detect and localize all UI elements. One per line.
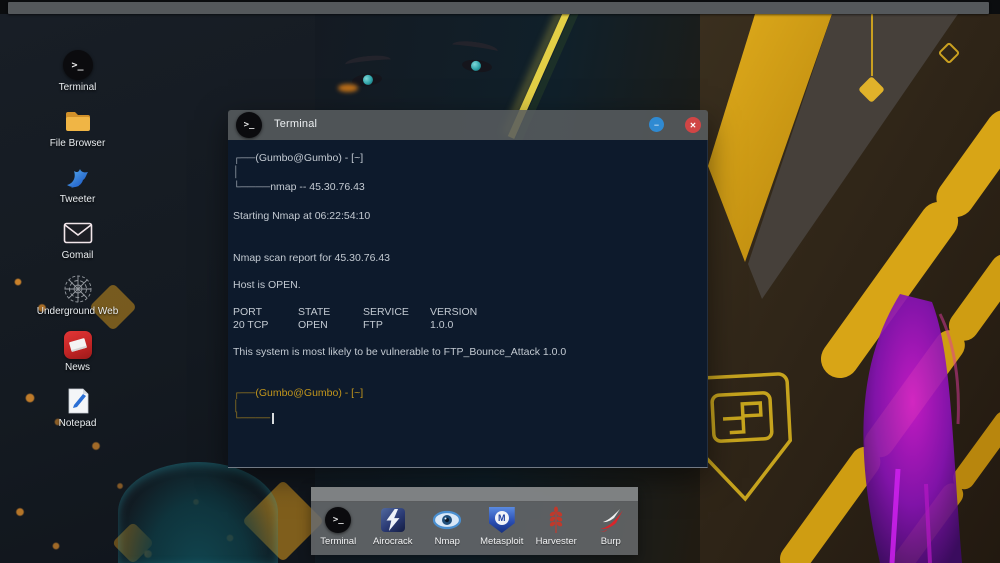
shield-icon: M (488, 507, 515, 533)
metasploit-letter: M (494, 511, 509, 525)
lightning-shield-icon (380, 508, 405, 532)
dock-item-harvester[interactable]: Harvester (530, 506, 582, 547)
close-button[interactable]: ✕ (685, 117, 701, 133)
notepad-icon (68, 388, 88, 414)
dock-handle (311, 487, 638, 502)
terminal-line: Starting Nmap at 06:22:54:10 (233, 210, 371, 222)
wheat-icon (550, 506, 563, 533)
dock-item-label: Harvester (535, 536, 577, 547)
desktop-icon-underground-web[interactable]: Underground Web (18, 274, 138, 317)
dock-item-label: Airocrack (372, 536, 413, 547)
dock-item-label: Burp (600, 536, 621, 547)
terminal-line: Nmap scan report for 45.30.76.43 (233, 252, 391, 264)
terminal-prompt: ┌──(Gumbo@Gumbo) - [~] (233, 387, 364, 399)
dock-items: >_ Terminal Airocrack Nmap M Metasploit … (311, 502, 638, 555)
terminal-line: This system is most likely to be vulnera… (233, 346, 567, 358)
folder-icon (65, 112, 90, 131)
desktop-icon-news[interactable]: News (18, 330, 138, 373)
bird-icon (66, 169, 88, 188)
desktop-icon-label: Tweeter (59, 194, 96, 205)
terminal-prompt: └──── (233, 412, 275, 425)
terminal-output[interactable]: ┌──(Gumbo@Gumbo) - [~] │ └────nmap -- 45… (228, 140, 708, 468)
minimize-button[interactable]: − (649, 117, 664, 132)
eye-icon (433, 510, 462, 530)
desktop-icon-notepad[interactable]: Notepad (18, 386, 138, 429)
terminal-line: ┌──(Gumbo@Gumbo) - [~] (233, 152, 364, 164)
dock-item-terminal[interactable]: >_ Terminal (312, 506, 364, 547)
terminal-icon: >_ (325, 507, 352, 533)
dock-item-airocrack[interactable]: Airocrack (367, 506, 419, 547)
terminal-line: └────nmap -- 45.30.76.43 (233, 181, 365, 193)
dock-item-burp[interactable]: Burp (585, 506, 637, 547)
terminal-window: >_ Terminal − ✕ ┌──(Gumbo@Gumbo) - [~] │… (228, 110, 708, 468)
desktop-icon-label: File Browser (49, 138, 106, 149)
desktop-icon-file-browser[interactable]: File Browser (18, 106, 138, 149)
desktop-icon-label: News (64, 362, 90, 373)
desktop-icon-label: Gomail (61, 250, 94, 261)
envelope-icon (63, 222, 92, 244)
wallpaper-figure-glow (118, 462, 278, 563)
desktop-icon-column: >_ Terminal File Browser Tweeter Gomail … (30, 50, 125, 429)
news-icon (63, 331, 92, 359)
spider-web-icon (64, 275, 91, 303)
swoosh-icon (598, 509, 623, 532)
dock-item-label: Metasploit (480, 536, 524, 547)
desktop-icon-label: Notepad (58, 418, 97, 429)
desktop-icon-tweeter[interactable]: Tweeter (18, 162, 138, 205)
top-bar (8, 2, 989, 14)
dock-item-nmap[interactable]: Nmap (421, 506, 473, 547)
dock-item-label: Nmap (434, 536, 460, 547)
wallpaper-lash-accent (338, 84, 358, 92)
desktop-screen: >_ Terminal File Browser Tweeter Gomail … (0, 0, 1000, 563)
terminal-line: Host is OPEN. (233, 279, 301, 291)
terminal-icon: >_ (62, 50, 93, 80)
terminal-icon: >_ (236, 112, 262, 138)
window-title-bar[interactable]: >_ Terminal − ✕ (228, 110, 708, 140)
desktop-icon-terminal[interactable]: >_ Terminal (18, 50, 138, 93)
dock: >_ Terminal Airocrack Nmap M Metasploit … (311, 487, 638, 555)
desktop-icon-gomail[interactable]: Gomail (18, 218, 138, 261)
terminal-line: │ (233, 166, 240, 178)
dock-item-label: Terminal (320, 536, 357, 547)
scan-table-row: 20 TCP OPEN FTP 1.0.0 (233, 319, 454, 331)
desktop-icon-label: Terminal (58, 82, 97, 93)
desktop-icon-label: Underground Web (36, 306, 119, 317)
dock-item-metasploit[interactable]: M Harvester Metasploit (476, 506, 528, 547)
window-title: Terminal (274, 118, 318, 130)
scan-table-header: PORT STATE SERVICE VERSION (233, 306, 478, 318)
text-cursor (272, 412, 275, 424)
